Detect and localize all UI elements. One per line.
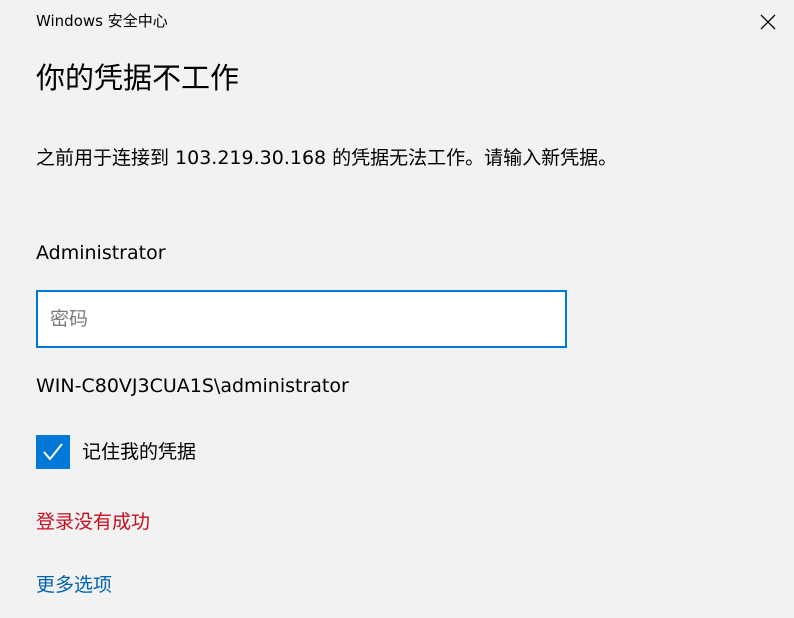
remember-credentials-checkbox[interactable]: 记住我的凭据 bbox=[36, 435, 196, 469]
close-button[interactable] bbox=[750, 4, 786, 40]
checkbox-box[interactable] bbox=[36, 435, 70, 469]
login-error-message: 登录没有成功 bbox=[36, 511, 151, 533]
domain-user-label: WIN-C80VJ3CUA1S\administrator bbox=[36, 375, 349, 397]
dialog-message: 之前用于连接到 103.219.30.168 的凭据无法工作。请输入新凭据。 bbox=[36, 147, 618, 169]
username-label: Administrator bbox=[36, 242, 166, 264]
more-options-link[interactable]: 更多选项 bbox=[36, 571, 112, 599]
credential-dialog: Windows 安全中心 你的凭据不工作 之前用于连接到 103.219.30.… bbox=[0, 0, 794, 618]
dialog-heading: 你的凭据不工作 bbox=[36, 61, 240, 95]
password-field[interactable] bbox=[36, 290, 567, 348]
close-icon bbox=[760, 14, 776, 30]
checkmark-icon bbox=[43, 443, 63, 461]
window-title: Windows 安全中心 bbox=[36, 12, 168, 30]
password-input[interactable] bbox=[38, 292, 565, 346]
remember-credentials-label: 记住我的凭据 bbox=[82, 441, 197, 463]
